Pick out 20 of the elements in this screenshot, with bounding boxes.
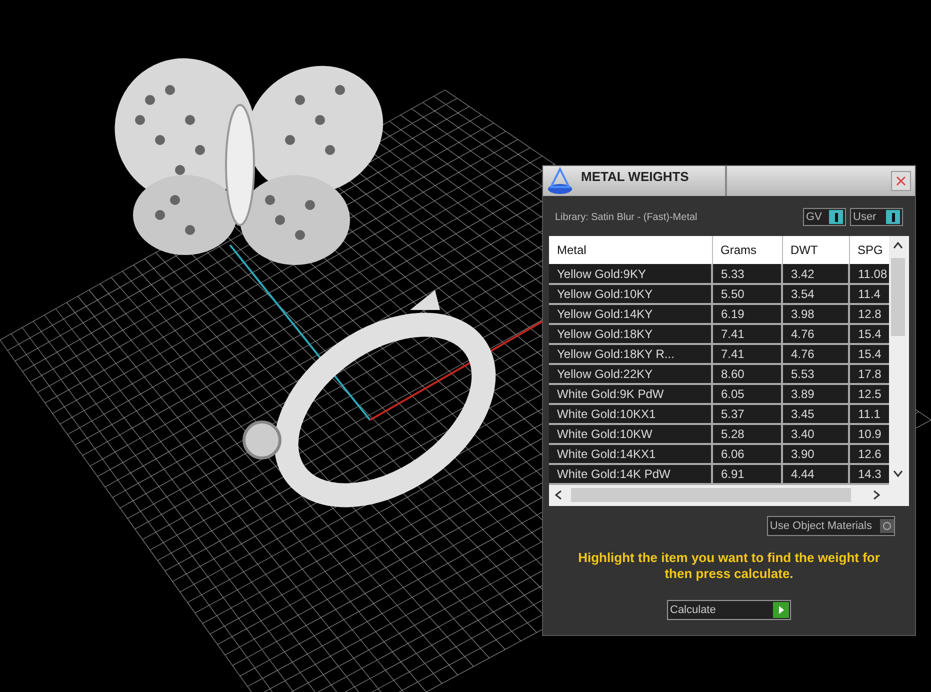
calculate-button[interactable]: Calculate — [667, 600, 791, 620]
toggle-switch[interactable]: User — [850, 208, 903, 226]
hint-text: Highlight the item you want to find the weight for then press calculate. — [577, 550, 881, 582]
scroll-down-icon — [893, 470, 903, 478]
play-icon — [773, 602, 789, 618]
library-label: Library: Satin Blur - (Fast)-Metal — [555, 210, 698, 224]
scroll-left-icon — [554, 490, 562, 500]
table-cell: 6.91 — [712, 464, 782, 484]
scroll-up-icon — [893, 241, 903, 249]
toggle-switch[interactable]: GV — [803, 208, 846, 226]
table-cell: White Gold:14K PdW — [549, 464, 712, 484]
use-object-materials-toggle[interactable]: Use Object Materials — [766, 516, 895, 536]
scroll-right-icon — [873, 490, 881, 500]
window-title: METAL WEIGHTS — [581, 168, 689, 186]
scale-icon — [545, 167, 575, 195]
scroll-thumb[interactable] — [571, 488, 851, 502]
scroll-thumb[interactable] — [891, 258, 905, 336]
close-icon — [896, 176, 906, 186]
close-button[interactable] — [891, 171, 911, 191]
table-cell: 4.44 — [782, 464, 849, 484]
